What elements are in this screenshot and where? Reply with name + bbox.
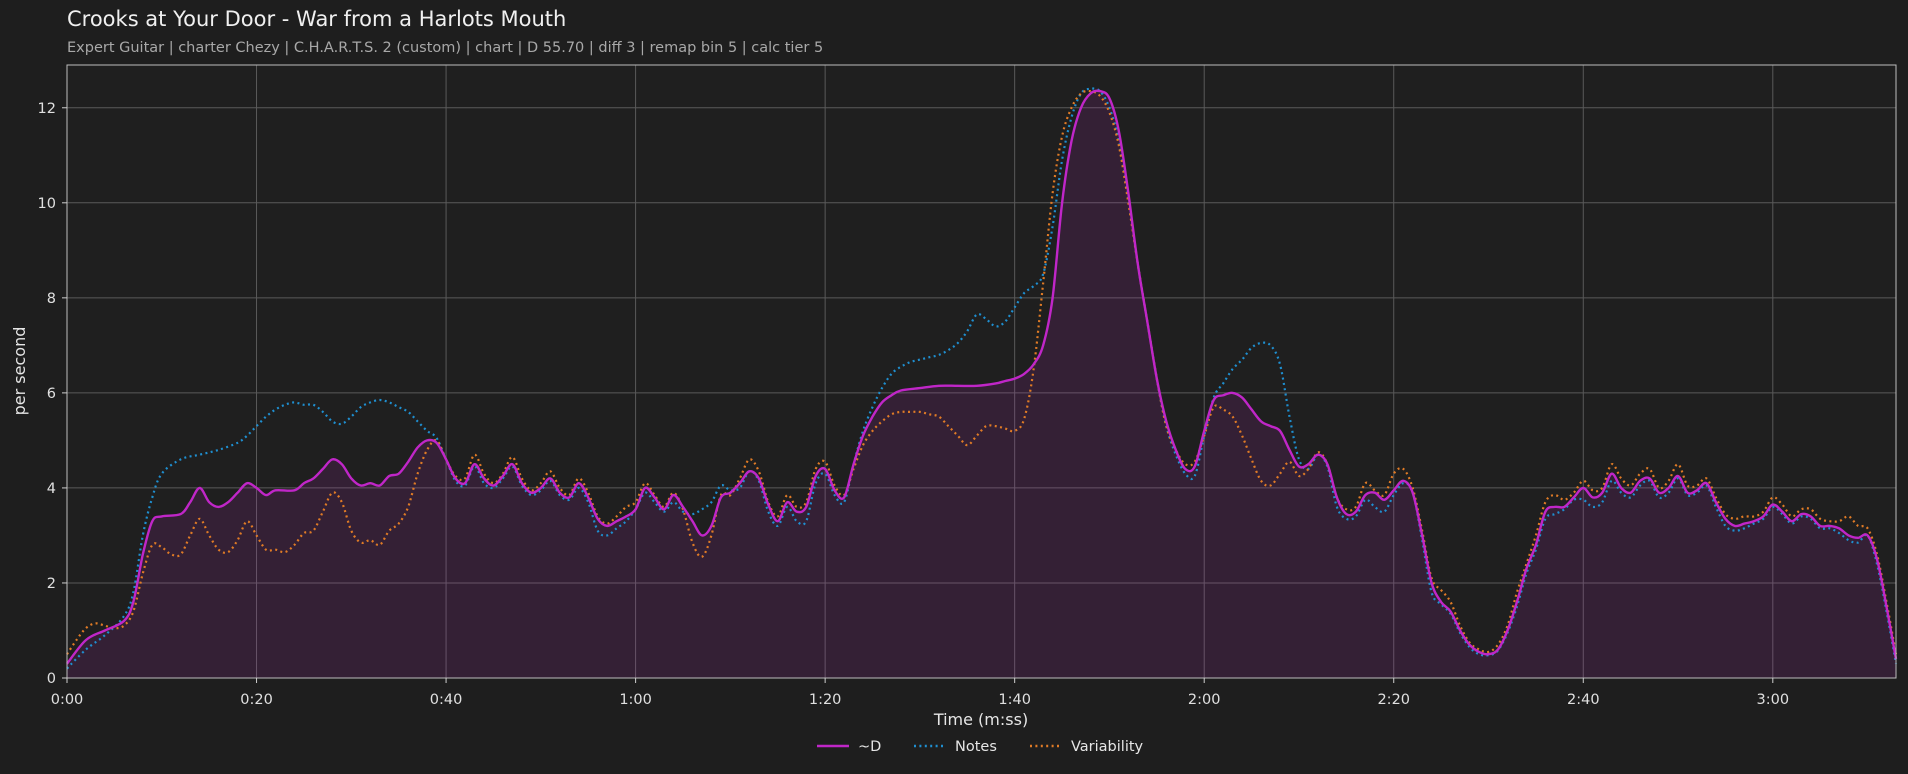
y-tick-label: 8 xyxy=(47,291,56,307)
legend: ~D Notes Variability xyxy=(817,739,1144,755)
x-tick-label: 0:00 xyxy=(51,692,84,708)
x-tick-label: 2:40 xyxy=(1567,692,1600,708)
x-tick-label: 2:00 xyxy=(1188,692,1221,708)
legend-label-notes: Notes xyxy=(955,739,997,755)
y-tick-label: 2 xyxy=(47,576,56,592)
legend-label-d: ~D xyxy=(858,739,881,755)
y-tick-label: 10 xyxy=(38,196,56,212)
y-tick-label: 12 xyxy=(38,101,56,117)
y-axis-label: per second xyxy=(10,327,29,416)
x-tick-label: 1:20 xyxy=(809,692,842,708)
x-tick-label: 0:40 xyxy=(430,692,463,708)
x-tick-label: 2:20 xyxy=(1377,692,1410,708)
x-axis-label: Time (m:ss) xyxy=(933,710,1028,729)
x-tick-label: 1:00 xyxy=(619,692,652,708)
chart-svg: 0:00 0:20 0:40 1:00 1:20 1:40 2:00 2:20 2:40 3:00… xyxy=(10,64,1898,755)
legend-label-variability: Variability xyxy=(1071,739,1144,755)
y-tick-label: 4 xyxy=(47,481,56,497)
y-tick-label: 6 xyxy=(47,386,56,402)
x-tick-label: 3:00 xyxy=(1757,692,1790,708)
y-tick-label: 0 xyxy=(47,671,56,687)
x-tick-label: 0:20 xyxy=(240,692,273,708)
x-tick-label: 1:40 xyxy=(998,692,1031,708)
